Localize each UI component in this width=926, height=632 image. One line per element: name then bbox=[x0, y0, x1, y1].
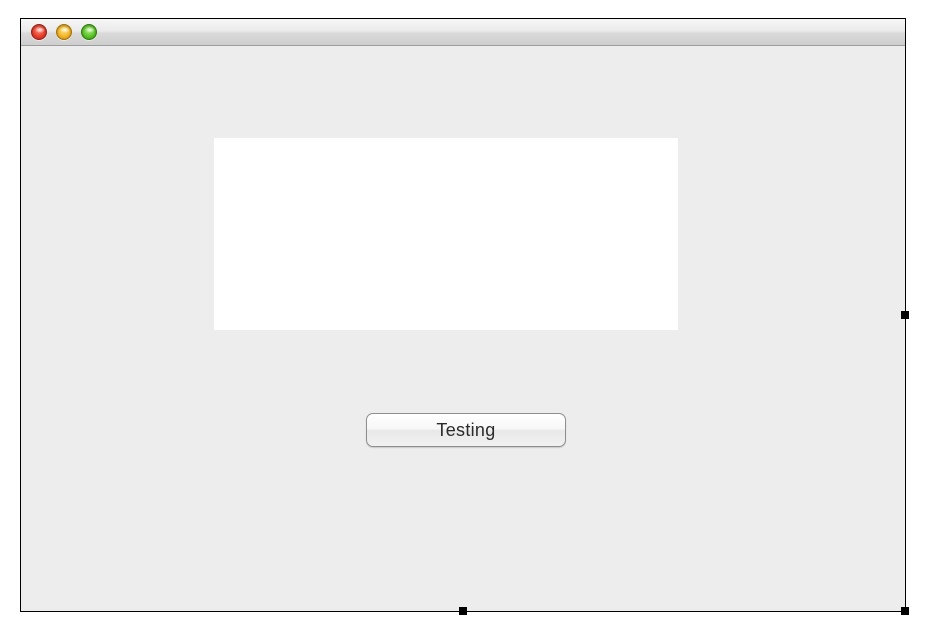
resize-handle-right[interactable] bbox=[901, 311, 909, 319]
resize-handle-bottom[interactable] bbox=[459, 607, 467, 615]
minimize-icon[interactable] bbox=[56, 24, 72, 40]
resize-handle-corner[interactable] bbox=[901, 607, 909, 615]
custom-view bbox=[214, 138, 678, 330]
zoom-icon[interactable] bbox=[81, 24, 97, 40]
window-title-bar[interactable] bbox=[21, 19, 905, 46]
interface-builder-canvas: Testing bbox=[20, 18, 906, 612]
window-content-area: Testing bbox=[21, 46, 905, 611]
testing-button[interactable]: Testing bbox=[366, 413, 566, 447]
close-icon[interactable] bbox=[31, 24, 47, 40]
